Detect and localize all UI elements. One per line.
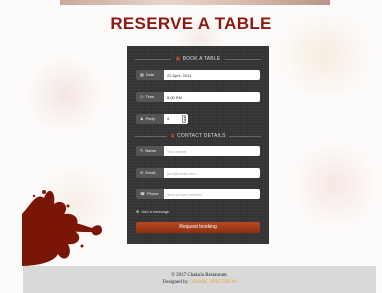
time-input[interactable] — [164, 92, 260, 102]
copyright-text: © 2017 Chakula Restaurant. — [171, 273, 228, 278]
name-input[interactable] — [164, 146, 260, 156]
date-field[interactable]: ▦ Date — [136, 70, 260, 80]
add-message-link[interactable]: ⊕ Add a message — [136, 209, 169, 214]
stepper-arrows-icon[interactable]: ▲ ▼ — [182, 115, 186, 123]
phone-input[interactable] — [164, 189, 260, 199]
phone-field[interactable]: ☎ Phone — [136, 189, 260, 199]
clock-icon: ◷ — [140, 94, 144, 99]
time-field[interactable]: ◷ Time — [136, 92, 260, 102]
utensils-icon: ▣ — [175, 56, 181, 62]
name-field[interactable]: ✎ Name — [136, 146, 260, 156]
paint-splatter-decoration — [22, 190, 102, 266]
email-label-text: Email — [145, 170, 156, 175]
heading-divider — [135, 136, 167, 137]
designer-link[interactable]: COSMIC SPECTRUM — [189, 280, 236, 285]
name-label: ✎ Name — [136, 146, 164, 156]
page-title: RESERVE A TABLE — [110, 14, 272, 33]
add-message-text: Add a message — [141, 209, 170, 214]
request-booking-button[interactable]: Request booking — [136, 222, 260, 233]
heading-divider — [225, 59, 261, 60]
designed-by-line: Designed by COSMIC SPECTRUM — [23, 280, 376, 285]
party-field[interactable]: ♟ Party 4 ▲ ▼ — [136, 114, 192, 124]
contact-details-heading-text: CONTACT DETAILS — [177, 133, 226, 139]
book-table-heading-text: BOOK A TABLE — [182, 56, 221, 62]
phone-label: ☎ Phone — [136, 189, 164, 199]
contact-details-heading: ♟ CONTACT DETAILS — [127, 133, 269, 139]
phone-icon: ☎ — [140, 191, 145, 196]
phone-label-text: Phone — [146, 191, 159, 196]
user-icon: ♟ — [140, 116, 144, 121]
party-label: ♟ Party — [136, 114, 164, 124]
date-label: ▦ Date — [136, 70, 164, 80]
designed-by-prefix: Designed by — [162, 280, 189, 285]
heading-divider — [229, 136, 261, 137]
plus-circle-icon: ⊕ — [136, 209, 140, 214]
pencil-icon: ✎ — [140, 148, 144, 153]
time-label-text: Time — [145, 94, 155, 99]
footer: © 2017 Chakula Restaurant. Designed by C… — [23, 266, 376, 293]
heading-divider — [135, 59, 171, 60]
party-label-text: Party — [145, 116, 155, 121]
book-table-heading: ▣ BOOK A TABLE — [127, 56, 269, 62]
email-label: ✉ Email — [136, 168, 164, 178]
reservation-form: ▣BOOK A TABLE ▦Date ◷Time ♟Party 4 ▲▼ ♟C… — [127, 46, 269, 244]
party-select[interactable]: 4 ▲ ▼ — [164, 114, 188, 124]
watercolor-spot — [290, 140, 380, 230]
header-image-strip — [60, 0, 330, 5]
name-label-text: Name — [145, 148, 157, 153]
email-field[interactable]: ✉ Email — [136, 168, 260, 178]
calendar-icon: ▦ — [140, 72, 144, 77]
party-value: 4 — [167, 116, 170, 121]
date-input[interactable] — [164, 70, 260, 80]
email-input[interactable] — [164, 168, 260, 178]
envelope-icon: ✉ — [140, 170, 144, 175]
time-label: ◷ Time — [136, 92, 164, 102]
date-label-text: Date — [145, 72, 155, 77]
person-icon: ♟ — [170, 133, 176, 139]
watercolor-spot — [20, 60, 110, 130]
